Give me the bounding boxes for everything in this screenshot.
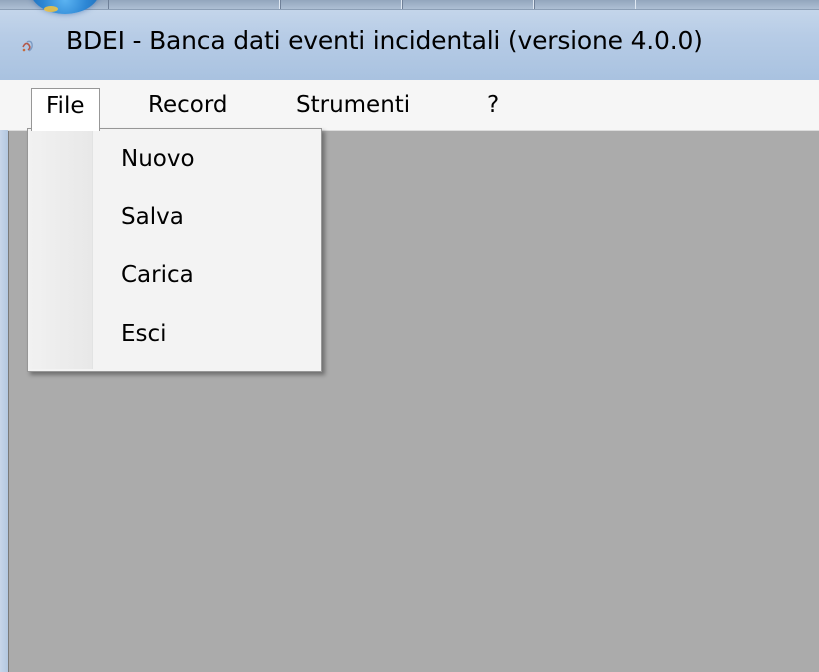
menu-help[interactable]: ? (487, 88, 499, 130)
file-dropdown-menu: Nuovo Salva Carica Esci (27, 128, 322, 372)
dropdown-icon-gutter (30, 131, 93, 369)
menu-item-salva[interactable]: Salva (121, 204, 184, 230)
app-icon[interactable] (20, 38, 36, 54)
taskbar-button[interactable] (534, 0, 636, 9)
menu-strumenti[interactable]: Strumenti (296, 88, 410, 130)
start-orb-icon[interactable] (30, 0, 100, 14)
app-window: BDEI - Banca dati eventi incidentali (ve… (0, 0, 819, 672)
menu-item-carica[interactable]: Carica (121, 262, 194, 288)
menu-record[interactable]: Record (148, 88, 227, 130)
taskbar-button[interactable] (108, 0, 280, 9)
taskbar-button[interactable] (402, 0, 534, 9)
taskbar-button[interactable] (280, 0, 402, 9)
window-title: BDEI - Banca dati eventi incidentali (ve… (66, 26, 703, 55)
menu-file[interactable]: File (31, 88, 100, 131)
title-bar[interactable]: BDEI - Banca dati eventi incidentali (ve… (0, 0, 819, 80)
menu-bar: File Record Strumenti ? (0, 80, 819, 131)
menu-item-esci[interactable]: Esci (121, 321, 167, 347)
taskbar-strip (0, 0, 819, 10)
start-orb-glint (44, 6, 58, 12)
window-left-frame (0, 130, 8, 672)
menu-item-nuovo[interactable]: Nuovo (121, 146, 195, 172)
